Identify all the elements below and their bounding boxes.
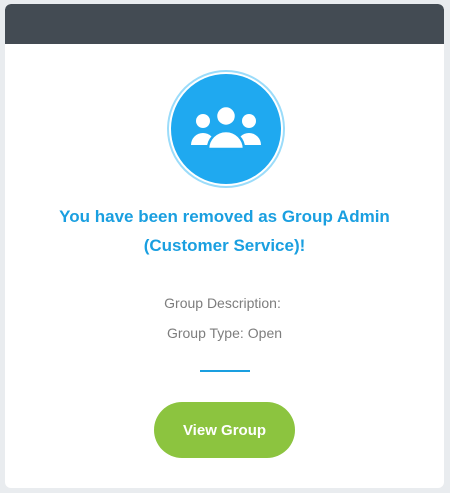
- group-avatar: [171, 74, 281, 184]
- group-description: Group Description:: [5, 294, 444, 312]
- notification-card: You have been removed as Group Admin (Cu…: [5, 4, 444, 488]
- view-group-button[interactable]: View Group: [154, 402, 295, 458]
- title-line-2: (Customer Service)!: [143, 236, 306, 255]
- group-type-value: Open: [247, 325, 283, 341]
- divider: [200, 370, 250, 372]
- card-header: [5, 4, 444, 44]
- group-type: Group Type: Open: [5, 324, 444, 342]
- group-description-label: Group Description:: [164, 295, 281, 311]
- title-line-1: You have been removed as Group Admin: [59, 207, 390, 226]
- group-type-label: Group Type:: [166, 325, 244, 341]
- group-icon: [191, 104, 261, 151]
- notification-title: You have been removed as Group Admin (Cu…: [5, 202, 444, 260]
